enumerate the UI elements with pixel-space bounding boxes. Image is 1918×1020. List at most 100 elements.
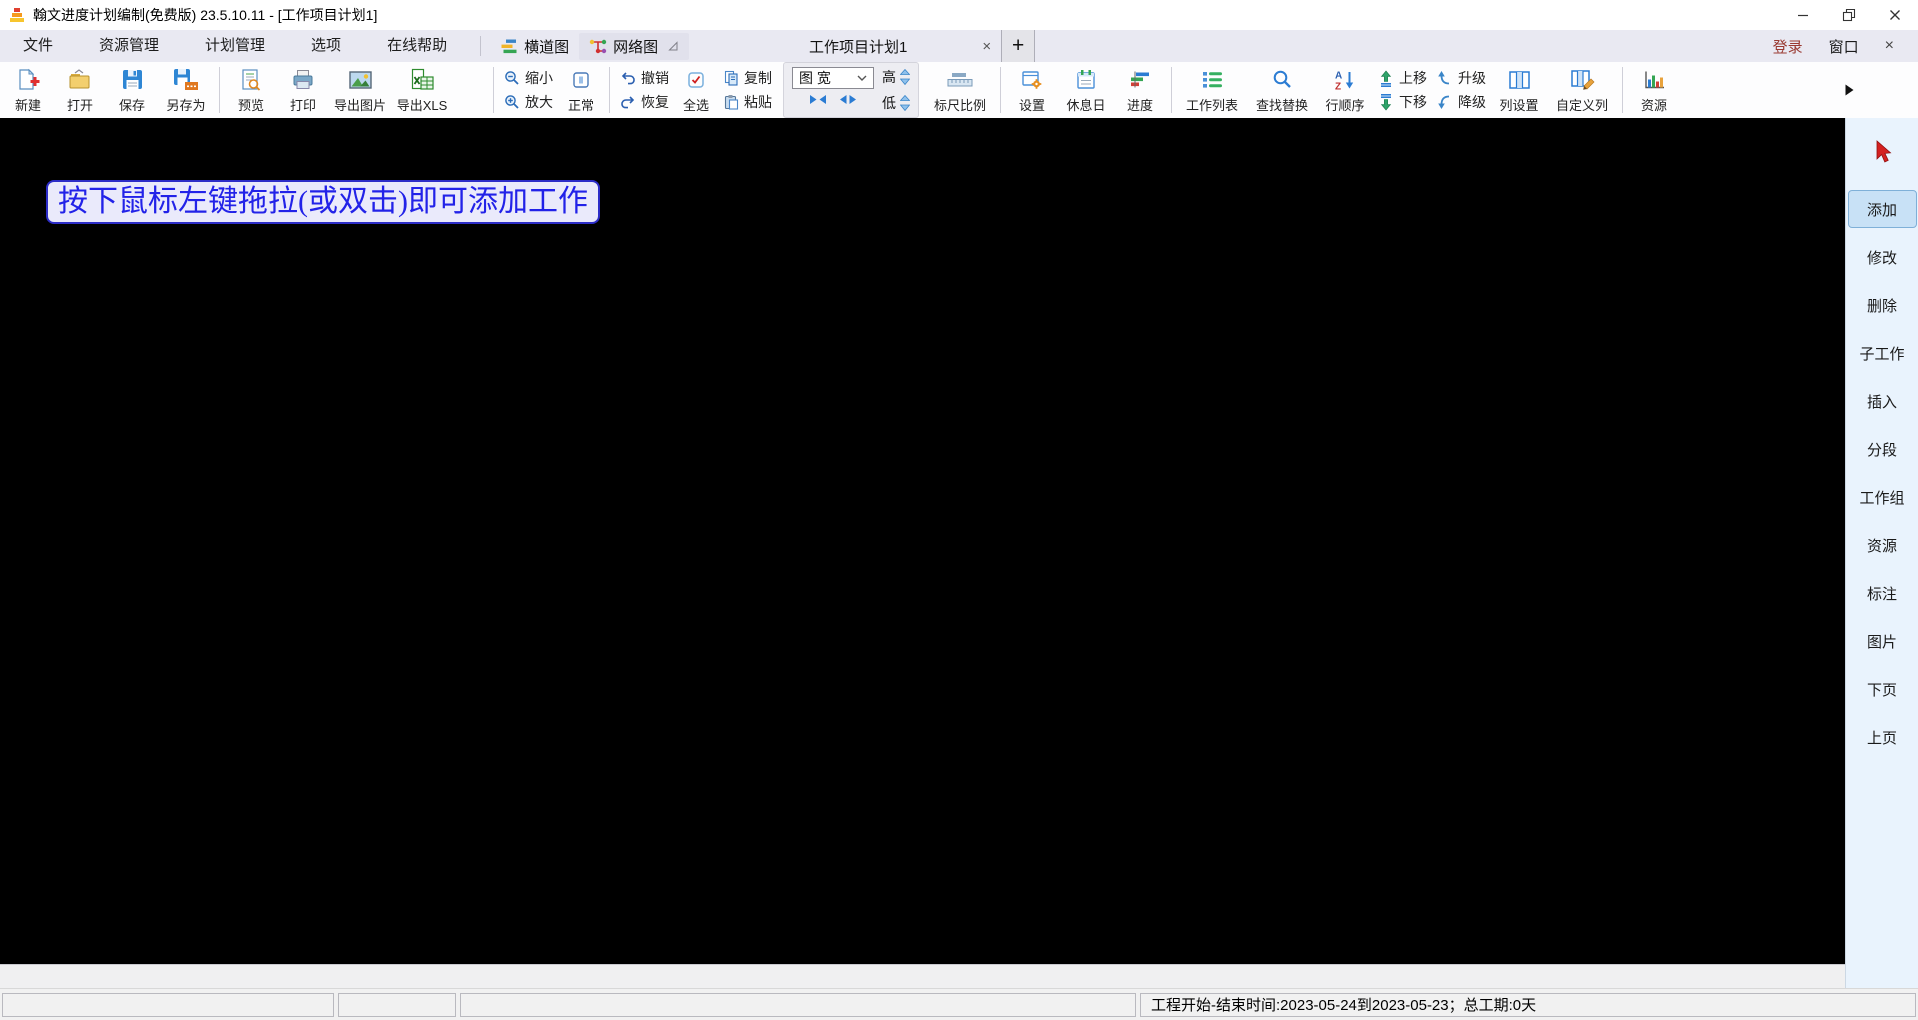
select-all-button[interactable]: 全选: [674, 63, 718, 117]
paste-icon: [723, 94, 739, 110]
chevron-down-icon: [857, 75, 867, 81]
ruler-icon: [946, 71, 974, 89]
chart-width-select[interactable]: 图 宽: [792, 67, 874, 89]
gantt-view-button[interactable]: 横道图: [491, 33, 579, 60]
sidebar-item-add[interactable]: 添加: [1848, 190, 1917, 228]
new-button[interactable]: 新建: [2, 63, 54, 117]
column-settings-button[interactable]: 列设置: [1491, 63, 1547, 117]
custom-columns-button[interactable]: 自定义列: [1547, 63, 1617, 117]
zoom-in-icon: [504, 94, 520, 110]
resources-button[interactable]: 资源: [1628, 63, 1680, 117]
restore-button[interactable]: [1826, 0, 1872, 30]
rest-day-button[interactable]: 休息日: [1058, 63, 1114, 117]
toolbar-separator: [493, 67, 494, 113]
paste-button[interactable]: 粘贴: [723, 92, 772, 112]
menubar-close-icon[interactable]: ×: [1885, 37, 1894, 55]
redo-icon: [620, 95, 636, 110]
move-up-button[interactable]: 上移: [1378, 68, 1427, 88]
save-as-button[interactable]: 另存为: [158, 63, 214, 117]
sidebar-item-subtask[interactable]: 子工作: [1848, 334, 1917, 372]
tab-close-icon[interactable]: ×: [982, 38, 991, 55]
sidebar-item-image[interactable]: 图片: [1848, 622, 1917, 660]
redo-button[interactable]: 恢复: [620, 92, 669, 112]
export-xls-button[interactable]: 导出XLS: [391, 63, 453, 117]
sidebar-item-next-page[interactable]: 下页: [1848, 670, 1917, 708]
progress-button[interactable]: 进度: [1114, 63, 1166, 117]
normal-view-button[interactable]: 正常: [558, 63, 604, 117]
row-height-low-control[interactable]: 低: [882, 93, 910, 113]
sidebar-item-resources[interactable]: 资源: [1848, 526, 1917, 564]
toolbar-group-file: 新建 打开 保存: [2, 62, 214, 118]
document-tab-label: 工作项目计划1: [809, 36, 907, 57]
gantt-canvas[interactable]: 按下鼠标左键拖拉(或双击)即可添加工作: [0, 118, 1845, 964]
menubar-right: 登录 窗口 ×: [1773, 36, 1918, 57]
red-pointer-icon: [1869, 139, 1895, 165]
calendar-icon: [1075, 69, 1097, 91]
copy-button[interactable]: 复制: [723, 68, 772, 88]
login-link[interactable]: 登录: [1773, 36, 1803, 57]
menu-plan-management[interactable]: 计划管理: [182, 30, 288, 62]
sidebar-item-segment[interactable]: 分段: [1848, 430, 1917, 468]
menubar: 文件 资源管理 计划管理 选项 在线帮助 横道图 网络图: [0, 30, 1918, 62]
print-button[interactable]: 打印: [277, 63, 329, 117]
row-height-high-control[interactable]: 高: [882, 67, 910, 87]
ruler-scale-button[interactable]: 标尺比例: [925, 63, 995, 117]
zoom-out-icon: [504, 70, 520, 86]
minimize-button[interactable]: [1780, 0, 1826, 30]
status-message: 工程开始-结束时间:2023-05-24到2023-05-23；总工期:0天: [1140, 993, 1916, 1017]
toolbar-separator: [609, 67, 610, 113]
print-icon: [291, 68, 315, 92]
row-order-button[interactable]: A Z 行顺序: [1317, 63, 1373, 117]
find-replace-button[interactable]: 查找替换: [1247, 63, 1317, 117]
sidebar-item-insert[interactable]: 插入: [1848, 382, 1917, 420]
save-button[interactable]: 保存: [106, 63, 158, 117]
export-image-button[interactable]: 导出图片: [329, 63, 391, 117]
toolbar-overflow-icon[interactable]: [1845, 84, 1854, 96]
zoom-in-button[interactable]: 放大: [504, 92, 553, 112]
export-xls-icon: [410, 68, 435, 91]
sidebar-item-workgroup[interactable]: 工作组: [1848, 478, 1917, 516]
work-list-button[interactable]: 工作列表: [1177, 63, 1247, 117]
close-button[interactable]: [1872, 0, 1918, 30]
network-view-label: 网络图: [613, 36, 658, 57]
menu-file[interactable]: 文件: [0, 30, 76, 62]
menu-online-help[interactable]: 在线帮助: [364, 30, 470, 62]
open-button[interactable]: 打开: [54, 63, 106, 117]
sidebar-item-annotation[interactable]: 标注: [1848, 574, 1917, 612]
menu-resource-management[interactable]: 资源管理: [76, 30, 182, 62]
undo-button[interactable]: 撤销: [620, 68, 669, 88]
window-title: 翰文进度计划编制(免费版) 23.5.10.11 - [工作项目计划1]: [33, 5, 377, 25]
fit-wide-icon[interactable]: [839, 94, 857, 105]
window-controls: [1780, 0, 1918, 30]
menu-options[interactable]: 选项: [288, 30, 364, 62]
network-view-button[interactable]: 网络图: [579, 33, 689, 60]
main-area: 按下鼠标左键拖拉(或双击)即可添加工作 添加 修改 删除 子工作 插入 分段 工…: [0, 118, 1918, 988]
settings-button[interactable]: 设置: [1006, 63, 1058, 117]
settings-gear-icon: [1021, 69, 1043, 91]
canvas-hint: 按下鼠标左键拖拉(或双击)即可添加工作: [46, 180, 600, 224]
document-tab[interactable]: 工作项目计划1 ×: [715, 30, 1001, 62]
horizontal-scrollbar[interactable]: [0, 964, 1845, 988]
demote-arrow-icon: [1437, 94, 1453, 110]
right-sidebar: 添加 修改 删除 子工作 插入 分段 工作组 资源 标注 图片 下页 上页: [1845, 118, 1918, 988]
work-list-icon: [1202, 70, 1223, 89]
zoom-out-button[interactable]: 缩小: [504, 68, 553, 88]
app-window: 翰文进度计划编制(免费版) 23.5.10.11 - [工作项目计划1]: [0, 0, 1918, 1020]
sidebar-item-delete[interactable]: 删除: [1848, 286, 1917, 324]
new-tab-button[interactable]: +: [1001, 30, 1035, 62]
move-down-button[interactable]: 下移: [1378, 92, 1427, 112]
status-segment: [338, 993, 456, 1017]
menu-window[interactable]: 窗口: [1829, 36, 1859, 57]
network-diagram-icon: [589, 38, 607, 54]
sidebar-item-modify[interactable]: 修改: [1848, 238, 1917, 276]
sidebar-item-prev-page[interactable]: 上页: [1848, 718, 1917, 756]
preview-icon: [239, 68, 263, 92]
save-icon: [121, 68, 144, 91]
fit-narrow-icon[interactable]: [809, 94, 827, 105]
preview-button[interactable]: 预览: [225, 63, 277, 117]
promote-button[interactable]: 升级: [1437, 68, 1486, 88]
demote-button[interactable]: 降级: [1437, 92, 1486, 112]
move-up-icon: [1378, 70, 1394, 87]
toolbar-group-edit: 撤销 恢复 全选: [615, 62, 777, 118]
toolbar-group-work: 工作列表 查找替换 A Z 行顺序: [1177, 62, 1617, 118]
